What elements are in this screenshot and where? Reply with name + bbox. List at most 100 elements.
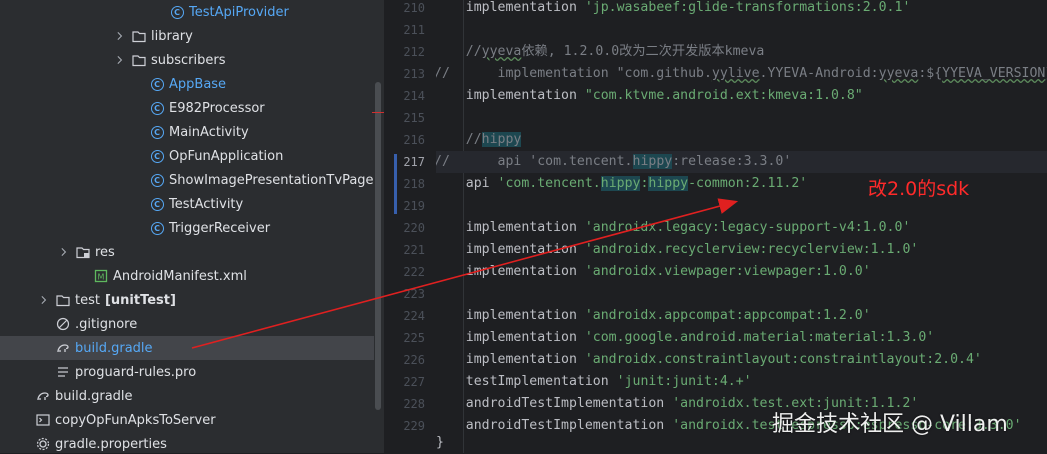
tree-item[interactable]: library	[0, 24, 384, 48]
code-token: implementation	[436, 352, 585, 367]
code-token: implementation	[436, 88, 585, 103]
chevron-right-icon[interactable]	[114, 30, 126, 42]
code-token: testImplementation	[436, 374, 617, 389]
tree-item-label: library	[151, 28, 193, 44]
res-folder-icon	[76, 245, 90, 259]
tree-item[interactable]: C E982Processor	[0, 96, 384, 120]
code-token: hippy	[648, 176, 689, 191]
tree-item[interactable]: C AppBase	[0, 72, 384, 96]
code-token: //	[436, 132, 482, 147]
tree-item[interactable]: res	[0, 240, 384, 264]
tree-item[interactable]: C TriggerReceiver	[0, 216, 384, 240]
ignore-icon	[56, 317, 70, 331]
code-line[interactable]: implementation 'androidx.viewpager:viewp…	[436, 261, 1047, 283]
line-number: 216	[403, 133, 425, 147]
tree-item-label: AndroidManifest.xml	[113, 268, 247, 284]
class-icon: C	[150, 221, 164, 235]
line-number: 214	[403, 89, 425, 103]
code-line[interactable]: implementation 'jp.wasabeef:glide-transf…	[436, 0, 1047, 19]
code-line[interactable]	[436, 19, 1047, 41]
line-number: 229	[403, 419, 425, 433]
tree-item[interactable]: C OpFunApplication	[0, 144, 384, 168]
code-line[interactable]: implementation 'androidx.appcompat:appco…	[436, 305, 1047, 327]
vcs-change-marker[interactable]	[394, 154, 397, 214]
code-line[interactable]: implementation 'androidx.legacy:legacy-s…	[436, 217, 1047, 239]
class-icon: C	[170, 5, 184, 19]
code-token: 'androidx.constraintlayout:constraintlay…	[584, 352, 982, 367]
code-token: 'androidx.viewpager:viewpager:1.0.0'	[584, 264, 871, 279]
code-line[interactable]: implementation 'com.google.android.mater…	[436, 327, 1047, 349]
code-token: 'androidx.appcompat:appcompat:1.2.0'	[584, 308, 871, 323]
tree-item-label: copyOpFunApksToServer	[55, 412, 216, 428]
code-line[interactable]: implementation 'androidx.recyclerview:re…	[436, 239, 1047, 261]
tree-item-label: proguard-rules.pro	[75, 364, 197, 380]
code-line[interactable]: testImplementation 'junit:junit:4.+'	[436, 371, 1047, 393]
code-line[interactable]: // api 'com.tencent.hippy:release:3.3.0'	[436, 151, 1047, 173]
code-line[interactable]: implementation 'androidx.constraintlayou…	[436, 349, 1047, 371]
code-line[interactable]: // implementation "com.github.yylive.YYE…	[436, 63, 1047, 85]
code-token: hippy	[600, 176, 641, 191]
line-number: 220	[403, 221, 425, 235]
code-line[interactable]	[436, 107, 1047, 129]
code-line[interactable]: //yyeva依赖, 1.2.0.0改为二次开发版本kmeva	[436, 41, 1047, 63]
project-tree-scrollbar[interactable]	[375, 82, 381, 410]
code-token: :release:3.3.0'	[672, 154, 792, 169]
code-token: YYEVA_VERSION	[942, 66, 1046, 81]
tree-item-label: build.gradle	[75, 340, 153, 356]
line-number: 222	[403, 265, 425, 279]
code-line[interactable]	[436, 283, 1047, 305]
tree-item-label: MainActivity	[169, 124, 249, 140]
tree-item-label: AppBase	[169, 76, 227, 92]
class-icon: C	[150, 173, 164, 187]
tree-item[interactable]: C TestApiProvider	[0, 0, 384, 24]
line-number: 224	[403, 309, 425, 323]
tree-item[interactable]: build.gradle	[0, 384, 384, 408]
code-token: 'androidx.legacy:legacy-support-v4:1.0.0…	[584, 220, 911, 235]
line-number: 211	[403, 23, 425, 37]
project-tree-panel: C TestApiProvider library subscribers C AppBa…	[0, 0, 384, 453]
code-editor[interactable]: implementation 'jp.wasabeef:glide-transf…	[436, 0, 1047, 453]
tree-item[interactable]: build.gradle	[0, 336, 374, 360]
code-line[interactable]: //hippy	[436, 129, 1047, 151]
tree-item[interactable]: C TestActivity	[0, 192, 384, 216]
line-number: 217	[403, 155, 425, 169]
line-number: 219	[403, 199, 425, 213]
tree-item-label: TriggerReceiver	[169, 220, 271, 236]
line-number: 225	[403, 331, 425, 345]
tree-item[interactable]: C ShowImagePresentationTvPage	[0, 168, 384, 192]
chevron-right-icon[interactable]	[38, 294, 50, 306]
closing-brace: }	[436, 435, 444, 450]
code-token: hippy	[481, 132, 522, 147]
line-number: 212	[403, 45, 425, 59]
code-token: 'com.tencent.	[497, 176, 601, 191]
tree-item[interactable]: C MainActivity	[0, 120, 384, 144]
tree-item[interactable]: M AndroidManifest.xml	[0, 264, 384, 288]
code-token: implementation	[436, 220, 585, 235]
code-token: 'androidx.recyclerview:recyclerview:1.1.…	[584, 242, 919, 257]
line-number: 218	[403, 177, 425, 191]
tree-item[interactable]: test [unitTest]	[0, 288, 384, 312]
tree-item[interactable]: gradle.properties	[0, 432, 384, 453]
line-number: 213	[403, 67, 425, 81]
code-line[interactable]: implementation "com.ktvme.android.ext:km…	[436, 85, 1047, 107]
class-icon: C	[150, 77, 164, 91]
code-token: 'jp.wasabeef:glide-transformations:2.0.1…	[584, 0, 911, 15]
tree-item-suffix: [unitTest]	[104, 292, 176, 308]
line-number: 226	[403, 353, 425, 367]
code-token: implementation	[436, 242, 585, 257]
tree-item[interactable]: proguard-rules.pro	[0, 360, 384, 384]
tree-item-label: subscribers	[151, 52, 226, 68]
code-token: hippy	[632, 154, 673, 169]
annotation-note: 改2.0的sdk	[868, 178, 970, 200]
tree-item[interactable]: subscribers	[0, 48, 384, 72]
code-token: yyeva	[481, 44, 522, 59]
chevron-right-icon[interactable]	[114, 54, 126, 66]
tree-item[interactable]: .gitignore	[0, 312, 384, 336]
tree-item-label: TestActivity	[169, 196, 244, 212]
tree-item-label: build.gradle	[55, 388, 133, 404]
chevron-right-icon[interactable]	[58, 246, 70, 258]
tree-item-label: OpFunApplication	[169, 148, 284, 164]
tree-item-label: test	[75, 292, 100, 308]
terminal-file-icon	[36, 413, 50, 427]
tree-item[interactable]: copyOpFunApksToServer	[0, 408, 384, 432]
